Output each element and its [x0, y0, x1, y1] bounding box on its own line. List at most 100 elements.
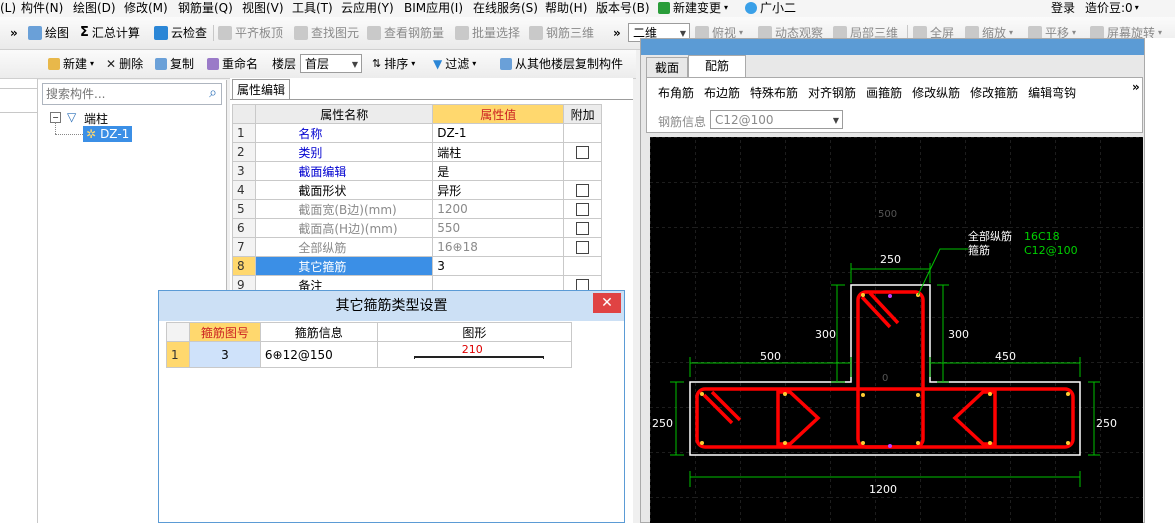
- tree-node-dz1[interactable]: ✲ DZ-1: [83, 126, 133, 142]
- tab-section[interactable]: 截面: [646, 57, 688, 79]
- dialog-title[interactable]: 其它箍筋类型设置: [159, 291, 624, 321]
- menu-tools[interactable]: 工具(T): [292, 0, 333, 16]
- header-name: 属性名称: [255, 104, 434, 124]
- toolbar-overflow-icon[interactable]: »: [613, 25, 621, 41]
- assistant-menu[interactable]: 广小二: [745, 0, 796, 16]
- stirrup-code[interactable]: 3: [188, 341, 261, 368]
- pane-title: [641, 39, 1144, 55]
- menu-cloud[interactable]: 云应用(Y): [341, 0, 394, 16]
- extra-checkbox[interactable]: [576, 241, 590, 254]
- new-button[interactable]: 新建 ▾: [48, 56, 94, 72]
- modify-long-rebar-button[interactable]: 修改纵筋: [912, 84, 960, 101]
- toolbar-overflow-icon[interactable]: »: [1132, 80, 1140, 94]
- modify-stirrup-button[interactable]: 修改箍筋: [970, 84, 1018, 101]
- table-row[interactable]: 3 截面编辑 是: [231, 161, 602, 181]
- table-row[interactable]: 5 截面宽(B边)(mm) 1200: [231, 199, 602, 219]
- assistant-icon: [745, 2, 757, 14]
- prop-value[interactable]: 550: [432, 218, 565, 238]
- corner-rebar-button[interactable]: 布角筋: [658, 84, 694, 101]
- align-rebar-button[interactable]: 对齐钢筋: [808, 84, 856, 101]
- menu-draw[interactable]: 绘图(D): [73, 0, 116, 16]
- menu-online[interactable]: 在线服务(S): [473, 0, 538, 16]
- draw-stirrup-button[interactable]: 画箍筋: [866, 84, 902, 101]
- table-row[interactable]: 1 3 6⊕12@150 210: [166, 341, 573, 368]
- extra-checkbox[interactable]: [576, 146, 590, 159]
- sort-button[interactable]: ⇅ 排序 ▾: [372, 56, 415, 72]
- menu-l[interactable]: (L): [0, 0, 16, 16]
- prop-name: 截面形状: [255, 180, 434, 200]
- rebar-3d-button[interactable]: 钢筋三维: [529, 25, 594, 41]
- table-row[interactable]: 6 截面高(H边)(mm) 550: [231, 218, 602, 238]
- header-corner: [231, 104, 257, 124]
- menu-version[interactable]: 版本号(B): [596, 0, 650, 16]
- menu-help[interactable]: 帮助(H): [545, 0, 587, 16]
- find-element-button[interactable]: 查找图元: [294, 25, 359, 41]
- rebar-point: [888, 294, 892, 298]
- menu-bim[interactable]: BIM应用(I): [404, 0, 463, 16]
- dim-300-right: 300: [948, 328, 969, 341]
- cloud-check-button[interactable]: 云检查: [154, 25, 207, 41]
- table-row[interactable]: 4 截面形状 异形: [231, 180, 602, 200]
- prop-value[interactable]: DZ-1: [432, 123, 565, 143]
- extra-checkbox[interactable]: [576, 184, 590, 197]
- prop-value[interactable]: 异形: [432, 180, 565, 200]
- view-rebar-icon: [367, 26, 381, 40]
- table-row-selected[interactable]: 8 其它箍筋 3: [231, 256, 602, 276]
- tree-node-end-column[interactable]: 端柱: [84, 110, 108, 127]
- prop-value[interactable]: 端柱: [432, 142, 565, 162]
- menu-view[interactable]: 视图(V): [242, 0, 284, 16]
- delete-icon: ✕: [106, 57, 117, 71]
- gear-icon: ✲: [86, 127, 97, 141]
- floor-select[interactable]: 首层 ▼: [300, 54, 362, 73]
- stirrup-shape[interactable]: 210: [376, 341, 573, 368]
- filter-button[interactable]: ▼ 过滤 ▾: [433, 56, 476, 72]
- table-row[interactable]: 7 全部纵筋 16⊕18: [231, 237, 602, 257]
- special-rebar-button[interactable]: 特殊布筋: [750, 84, 798, 101]
- search-icon[interactable]: ⌕: [209, 85, 217, 101]
- prop-name: 类别: [255, 142, 434, 162]
- toolbar-overflow-icon[interactable]: »: [10, 25, 18, 41]
- points-display[interactable]: 造价豆:0 ▾: [1085, 0, 1139, 16]
- rename-button[interactable]: 重命名: [207, 56, 258, 72]
- rebar-info-label: 钢筋信息: [658, 115, 707, 129]
- menu-component[interactable]: 构件(N): [21, 0, 63, 16]
- rebar-info-input[interactable]: C12@100 ▼: [710, 110, 843, 129]
- copy-from-floor-button[interactable]: 从其他楼层复制构件: [500, 56, 623, 72]
- chevron-down-icon: ▾: [90, 59, 95, 68]
- edit-hook-button[interactable]: 编辑弯钩: [1028, 84, 1076, 101]
- prop-value[interactable]: 是: [432, 161, 565, 181]
- flat-top-button[interactable]: 平齐板顶: [218, 25, 283, 41]
- close-button[interactable]: ✕: [593, 293, 621, 313]
- prop-value[interactable]: 3: [432, 256, 565, 276]
- copy-button[interactable]: 复制: [155, 56, 194, 72]
- dim-300-left: 300: [815, 328, 836, 341]
- menu-modify[interactable]: 修改(M): [124, 0, 168, 16]
- section-canvas[interactable]: 500 0 250 300 300 500 450 250 250 1200 全…: [650, 137, 1143, 523]
- prop-extra: [563, 161, 602, 181]
- view-rebar-button[interactable]: 查看钢筋量: [367, 25, 444, 41]
- tree-line: [55, 134, 83, 136]
- edge-rebar-button[interactable]: 布边筋: [704, 84, 740, 101]
- stirrup-info[interactable]: 6⊕12@150: [259, 341, 378, 368]
- extra-checkbox[interactable]: [576, 222, 590, 235]
- prop-value[interactable]: 16⊕18: [432, 237, 565, 257]
- delete-button[interactable]: ✕ 删除: [106, 56, 143, 72]
- table-row[interactable]: 1 名称 DZ-1: [231, 123, 602, 143]
- draw-button[interactable]: 绘图: [28, 25, 69, 41]
- tab-property-edit[interactable]: 属性编辑: [232, 79, 290, 100]
- tab-rebar[interactable]: 配筋: [688, 55, 746, 78]
- toolbar-separator: [213, 25, 214, 41]
- prop-value[interactable]: 1200: [432, 199, 565, 219]
- extra-checkbox[interactable]: [576, 203, 590, 216]
- sigma-icon: Σ: [80, 25, 89, 40]
- menu-bar: (L) 构件(N) 绘图(D) 修改(M) 钢筋量(Q) 视图(V) 工具(T)…: [0, 0, 1175, 17]
- new-change-menu[interactable]: 新建变更 ▾: [658, 0, 728, 16]
- batch-select-button[interactable]: 批量选择: [455, 25, 520, 41]
- dim-1200: 1200: [869, 483, 897, 496]
- sum-button[interactable]: Σ 汇总计算: [80, 25, 140, 41]
- tree-line: [55, 122, 57, 134]
- search-input[interactable]: [43, 84, 198, 104]
- menu-rebar-qty[interactable]: 钢筋量(Q): [178, 0, 233, 16]
- table-row[interactable]: 2 类别 端柱: [231, 142, 602, 162]
- login-link[interactable]: 登录: [1051, 0, 1075, 16]
